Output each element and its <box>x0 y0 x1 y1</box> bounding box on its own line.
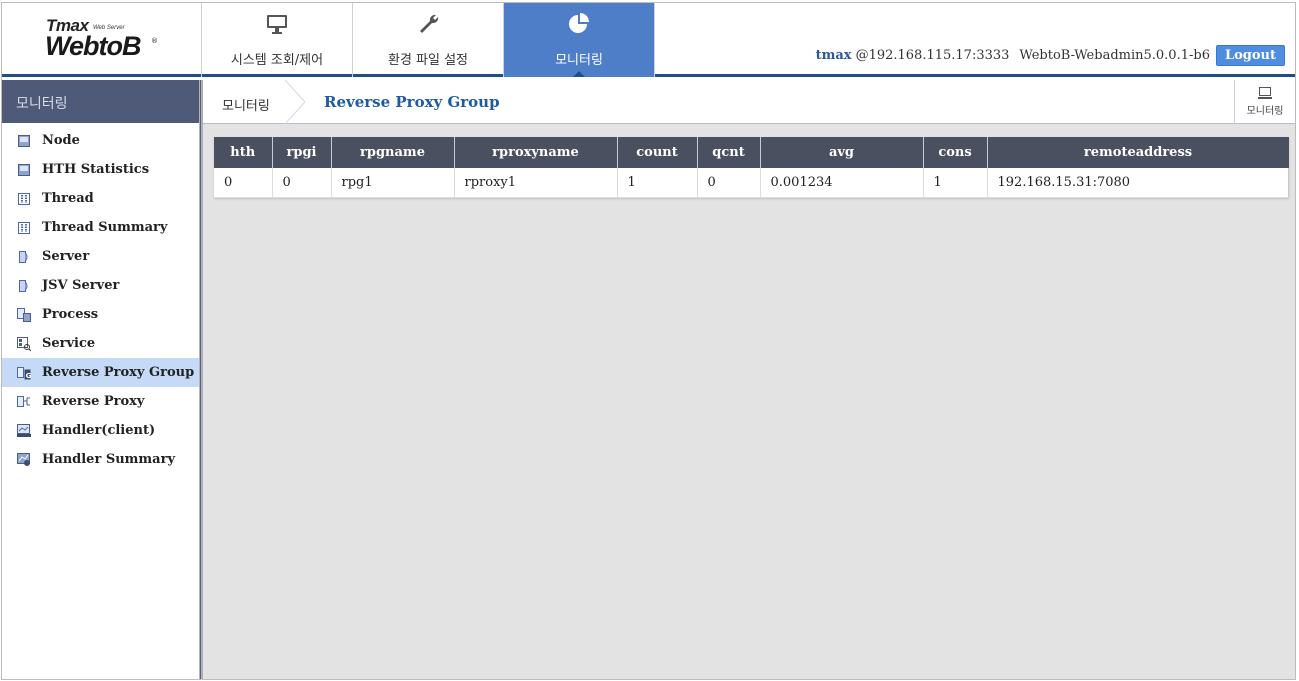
page-title: Reverse Proxy Group <box>324 93 500 111</box>
app-window: Tmax Web Server WebtoB ® 시스템 조회/제어 환경 파일… <box>1 2 1296 680</box>
username: tmax <box>815 48 852 63</box>
top-navigation: 시스템 조회/제어 환경 파일 설정 모니터링 <box>202 3 655 77</box>
cell-qcnt: 0 <box>697 168 761 198</box>
sidebar-item-hth-statistics[interactable]: HTH Statistics <box>2 155 199 184</box>
tab-label: 모니터링 <box>555 53 603 68</box>
thread-icon <box>16 192 32 206</box>
sidebar-item-thread-summary[interactable]: Thread Summary <box>2 213 199 242</box>
user-info: tmax @192.168.115.17:3333 WebtoB-Webadmi… <box>816 45 1285 66</box>
monitoring-button-label: 모니터링 <box>1246 106 1284 117</box>
sidebar-item-label: Service <box>42 336 96 351</box>
sidebar-title: 모니터링 <box>2 80 199 123</box>
tab-label: 시스템 조회/제어 <box>230 53 324 68</box>
sidebar-item-jsv-server[interactable]: JSV Server <box>2 271 199 300</box>
sidebar-item-label: Reverse Proxy <box>42 394 145 409</box>
sidebar-item-process[interactable]: Process <box>2 300 199 329</box>
service-icon <box>16 336 32 351</box>
node-icon <box>16 134 32 148</box>
cell-rproxyname: rproxy1 <box>454 168 618 198</box>
sidebar-item-reverse-proxy[interactable]: Reverse Proxy <box>2 387 199 416</box>
sidebar-item-label: Node <box>42 133 80 148</box>
logo-product: WebtoB <box>45 31 141 61</box>
sidebar-item-label: Thread Summary <box>42 220 168 235</box>
sidebar-item-server[interactable]: Server <box>2 242 199 271</box>
sidebar-item-label: Handler Summary <box>42 452 176 467</box>
logout-button[interactable]: Logout <box>1215 45 1285 66</box>
column-header-remoteaddress[interactable]: remoteaddress <box>987 137 1289 168</box>
cell-remoteaddress: 192.168.15.31:7080 <box>987 168 1289 198</box>
wrench-icon <box>353 11 503 37</box>
column-header-rpgname[interactable]: rpgname <box>331 137 455 168</box>
hth-statistics-icon <box>16 163 32 177</box>
logo: Tmax Web Server WebtoB ® <box>2 3 202 77</box>
jsv-server-icon <box>16 279 32 293</box>
sidebar-item-label: Handler(client) <box>42 423 156 438</box>
main-content: 모니터링 Reverse Proxy Group 모니터링 hth rpgi r… <box>203 80 1295 679</box>
tab-label: 환경 파일 설정 <box>387 53 469 68</box>
breadcrumb-separator <box>284 80 306 124</box>
sidebar-item-thread[interactable]: Thread <box>2 184 199 213</box>
monitor-icon <box>202 11 352 37</box>
sidebar-item-label: JSV Server <box>42 278 120 293</box>
column-header-avg[interactable]: avg <box>760 137 924 168</box>
cell-count: 1 <box>617 168 698 198</box>
pie-chart-icon <box>504 11 654 37</box>
tab-system-control[interactable]: 시스템 조회/제어 <box>202 3 353 77</box>
table-header-row: hth rpgi rpgname rproxyname count qcnt a… <box>214 137 1289 168</box>
thread-summary-icon <box>16 221 32 235</box>
handler-client-icon <box>16 423 32 438</box>
table-row[interactable]: 0 0 rpg1 rproxy1 1 0 0.001234 1 192.168.… <box>214 168 1289 198</box>
column-header-rproxyname[interactable]: rproxyname <box>454 137 618 168</box>
cell-cons: 1 <box>923 168 988 198</box>
handler-summary-icon <box>16 452 32 467</box>
host-address: @192.168.115.17:3333 <box>855 48 1010 63</box>
sidebar-item-handler-client[interactable]: Handler(client) <box>2 416 199 445</box>
reverse-proxy-icon <box>16 395 32 409</box>
tab-monitoring[interactable]: 모니터링 <box>504 3 655 77</box>
sidebar-item-service[interactable]: Service <box>2 329 199 358</box>
monitor-icon <box>1235 86 1295 102</box>
cell-rpgi: 0 <box>272 168 332 198</box>
logo-registered: ® <box>151 37 158 45</box>
monitoring-button[interactable]: 모니터링 <box>1234 80 1295 124</box>
column-header-rpgi[interactable]: rpgi <box>272 137 332 168</box>
cell-hth: 0 <box>214 168 273 198</box>
sidebar-menu: Node HTH Statistics Thread Thread Summar… <box>2 123 199 474</box>
sidebar-item-label: Thread <box>42 191 94 206</box>
svg-text:G: G <box>26 372 31 380</box>
server-icon <box>16 250 32 264</box>
sidebar-item-label: Server <box>42 249 90 264</box>
sidebar-item-node[interactable]: Node <box>2 126 199 155</box>
column-header-cons[interactable]: cons <box>923 137 988 168</box>
breadcrumb-root[interactable]: 모니터링 <box>222 95 270 114</box>
column-header-qcnt[interactable]: qcnt <box>697 137 761 168</box>
cell-avg: 0.001234 <box>760 168 924 198</box>
sidebar-item-label: Reverse Proxy Group <box>42 365 195 380</box>
process-icon <box>16 307 32 322</box>
sidebar-item-label: HTH Statistics <box>42 162 150 177</box>
sidebar: 모니터링 Node HTH Statistics Thread Thread S… <box>2 80 200 679</box>
sidebar-item-reverse-proxy-group[interactable]: G Reverse Proxy Group <box>2 358 199 387</box>
breadcrumb: 모니터링 Reverse Proxy Group 모니터링 <box>203 80 1295 124</box>
cell-rpgname: rpg1 <box>331 168 455 198</box>
column-header-count[interactable]: count <box>617 137 698 168</box>
sidebar-item-handler-summary[interactable]: Handler Summary <box>2 445 199 474</box>
header: Tmax Web Server WebtoB ® 시스템 조회/제어 환경 파일… <box>2 3 1295 77</box>
reverse-proxy-group-table: hth rpgi rpgname rproxyname count qcnt a… <box>214 137 1289 198</box>
reverse-proxy-group-icon: G <box>16 366 32 380</box>
column-header-hth[interactable]: hth <box>214 137 273 168</box>
tab-config-files[interactable]: 환경 파일 설정 <box>353 3 504 77</box>
sidebar-item-label: Process <box>42 307 99 322</box>
version-text: WebtoB-Webadmin5.0.0.1-b6 <box>1019 48 1210 63</box>
